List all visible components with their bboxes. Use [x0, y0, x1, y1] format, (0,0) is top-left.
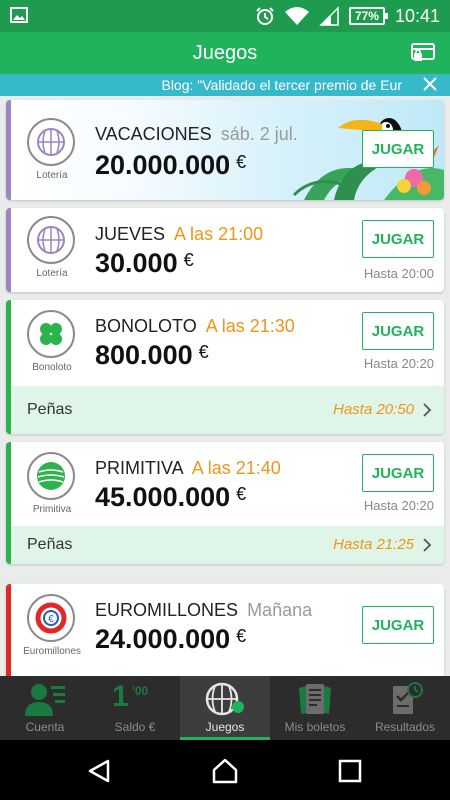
balance-decimals: '00 [132, 684, 149, 698]
nav-label: Juegos [205, 720, 245, 734]
chevron-right-icon [423, 403, 432, 417]
jugar-button[interactable]: JUGAR [362, 220, 434, 258]
loteria-logo-icon [27, 216, 75, 264]
battery-indicator: 77% [348, 7, 388, 25]
logo-label: Primitiva [32, 504, 72, 515]
jackpot-amount: 30.000 € [95, 248, 194, 279]
nav-label: Resultados [374, 720, 436, 734]
game-card-primitiva[interactable]: Primitiva PRIMITIVA A las 21:40 45.000.0… [6, 442, 444, 564]
game-title: PRIMITIVA A las 21:40 [95, 458, 281, 479]
game-time: A las 21:30 [205, 316, 295, 336]
jugar-button[interactable]: JUGAR [362, 130, 434, 168]
game-name: PRIMITIVA [95, 458, 183, 478]
game-name: VACACIONES [95, 124, 212, 144]
jackpot-amount: 24.000.000 € [95, 624, 246, 655]
nav-item-resultados[interactable]: Resultados [360, 676, 450, 740]
game-name: JUEVES [95, 224, 166, 244]
currency-symbol: € [198, 342, 209, 362]
nav-item-juegos[interactable]: Juegos [180, 676, 270, 740]
jackpot-value: 20.000.000 [95, 150, 231, 180]
chevron-right-icon [423, 538, 432, 552]
alarm-icon [256, 7, 274, 25]
home-icon[interactable] [212, 758, 238, 784]
jackpot-value: 24.000.000 [95, 624, 231, 654]
game-time: A las 21:40 [191, 458, 281, 478]
games-list[interactable]: Lotería VACACIONES sáb. 2 jul. 20.000.00… [0, 96, 450, 676]
system-navigation-bar [0, 740, 450, 800]
deadline-text: Hasta 20:20 [363, 356, 434, 371]
game-title: JUEVES A las 21:00 [95, 224, 263, 245]
logo-label: Bonoloto [32, 362, 72, 373]
bonoloto-clover-icon [27, 310, 75, 358]
game-title: BONOLOTO A las 21:30 [95, 316, 295, 337]
deadline-text: Hasta 20:20 [363, 498, 434, 513]
lottery-ball-icon [205, 682, 244, 716]
recents-icon[interactable] [337, 758, 363, 784]
bottom-nav: Cuenta 1 '00 Saldo € Juegos Mis boletos [0, 676, 450, 740]
tickets-icon [299, 684, 331, 714]
balance-icon: 1 [112, 680, 129, 713]
currency-symbol: € [236, 484, 247, 504]
close-icon[interactable] [422, 76, 438, 92]
wifi-icon [284, 7, 309, 25]
jugar-button[interactable]: JUGAR [362, 454, 434, 492]
blog-ticker[interactable]: Blog: "Validado el tercer premio de Eur [0, 74, 450, 96]
primitiva-logo-icon [27, 452, 75, 500]
wallet-lock-icon[interactable] [410, 41, 436, 63]
penas-row[interactable]: Peñas Hasta 21:25 [11, 526, 444, 564]
status-bar: 77% 10:41 [0, 0, 450, 32]
penas-label: Peñas [27, 401, 73, 418]
penas-row[interactable]: Peñas Hasta 20:50 [11, 386, 444, 434]
signal-icon [319, 6, 339, 26]
jackpot-value: 45.000.000 [95, 482, 231, 512]
app-bar: Juegos [0, 32, 450, 74]
game-time: A las 21:00 [174, 224, 264, 244]
game-name: EUROMILLONES [95, 600, 239, 620]
penas-label: Peñas [27, 536, 73, 553]
page-title: Juegos [192, 42, 258, 64]
nav-label: Saldo € [114, 720, 156, 734]
nav-label: Mis boletos [284, 720, 346, 734]
results-icon [393, 682, 423, 714]
currency-symbol: € [236, 152, 247, 172]
loteria-logo-icon [27, 118, 75, 166]
currency-symbol: € [236, 626, 247, 646]
nav-item-saldo[interactable]: 1 '00 Saldo € [90, 676, 180, 740]
game-title: EUROMILLONES Mañana [95, 600, 312, 621]
game-card-vacaciones[interactable]: Lotería VACACIONES sáb. 2 jul. 20.000.00… [6, 100, 444, 200]
logo-label: Lotería [36, 268, 68, 279]
image-notification-icon [10, 7, 28, 23]
jackpot-amount: 45.000.000 € [95, 482, 246, 513]
game-date: Mañana [247, 600, 313, 620]
logo-label: Euromillones [23, 646, 81, 657]
euromillones-logo-icon: € [27, 594, 75, 642]
penas-deadline: Hasta 20:50 [333, 401, 414, 418]
svg-text:€: € [48, 614, 54, 625]
game-card-bonoloto[interactable]: Bonoloto BONOLOTO A las 21:30 800.000 € J… [6, 300, 444, 434]
nav-label: Cuenta [25, 720, 65, 734]
jugar-button[interactable]: JUGAR [362, 606, 434, 644]
jugar-button[interactable]: JUGAR [362, 312, 434, 350]
clock: 10:41 [394, 5, 440, 26]
nav-item-cuenta[interactable]: Cuenta [0, 676, 90, 740]
account-icon [25, 684, 65, 716]
penas-deadline: Hasta 21:25 [333, 536, 414, 553]
jackpot-value: 30.000 [95, 248, 178, 278]
currency-symbol: € [183, 250, 194, 270]
ticker-text[interactable]: Blog: "Validado el tercer premio de Eur [161, 77, 402, 93]
back-icon[interactable] [86, 758, 112, 784]
jackpot-amount: 800.000 € [95, 340, 209, 371]
game-card-jueves[interactable]: Lotería JUEVES A las 21:00 30.000 € JUGAR… [6, 208, 444, 292]
game-name: BONOLOTO [95, 316, 197, 336]
jackpot-value: 800.000 [95, 340, 193, 370]
nav-item-mis-boletos[interactable]: Mis boletos [270, 676, 360, 740]
game-card-euromillones[interactable]: € Euromillones EUROMILLONES Mañana 24.00… [6, 584, 444, 676]
deadline-text: Hasta 20:00 [363, 266, 434, 281]
jackpot-amount: 20.000.000 € [95, 150, 246, 181]
logo-label: Lotería [36, 170, 68, 181]
